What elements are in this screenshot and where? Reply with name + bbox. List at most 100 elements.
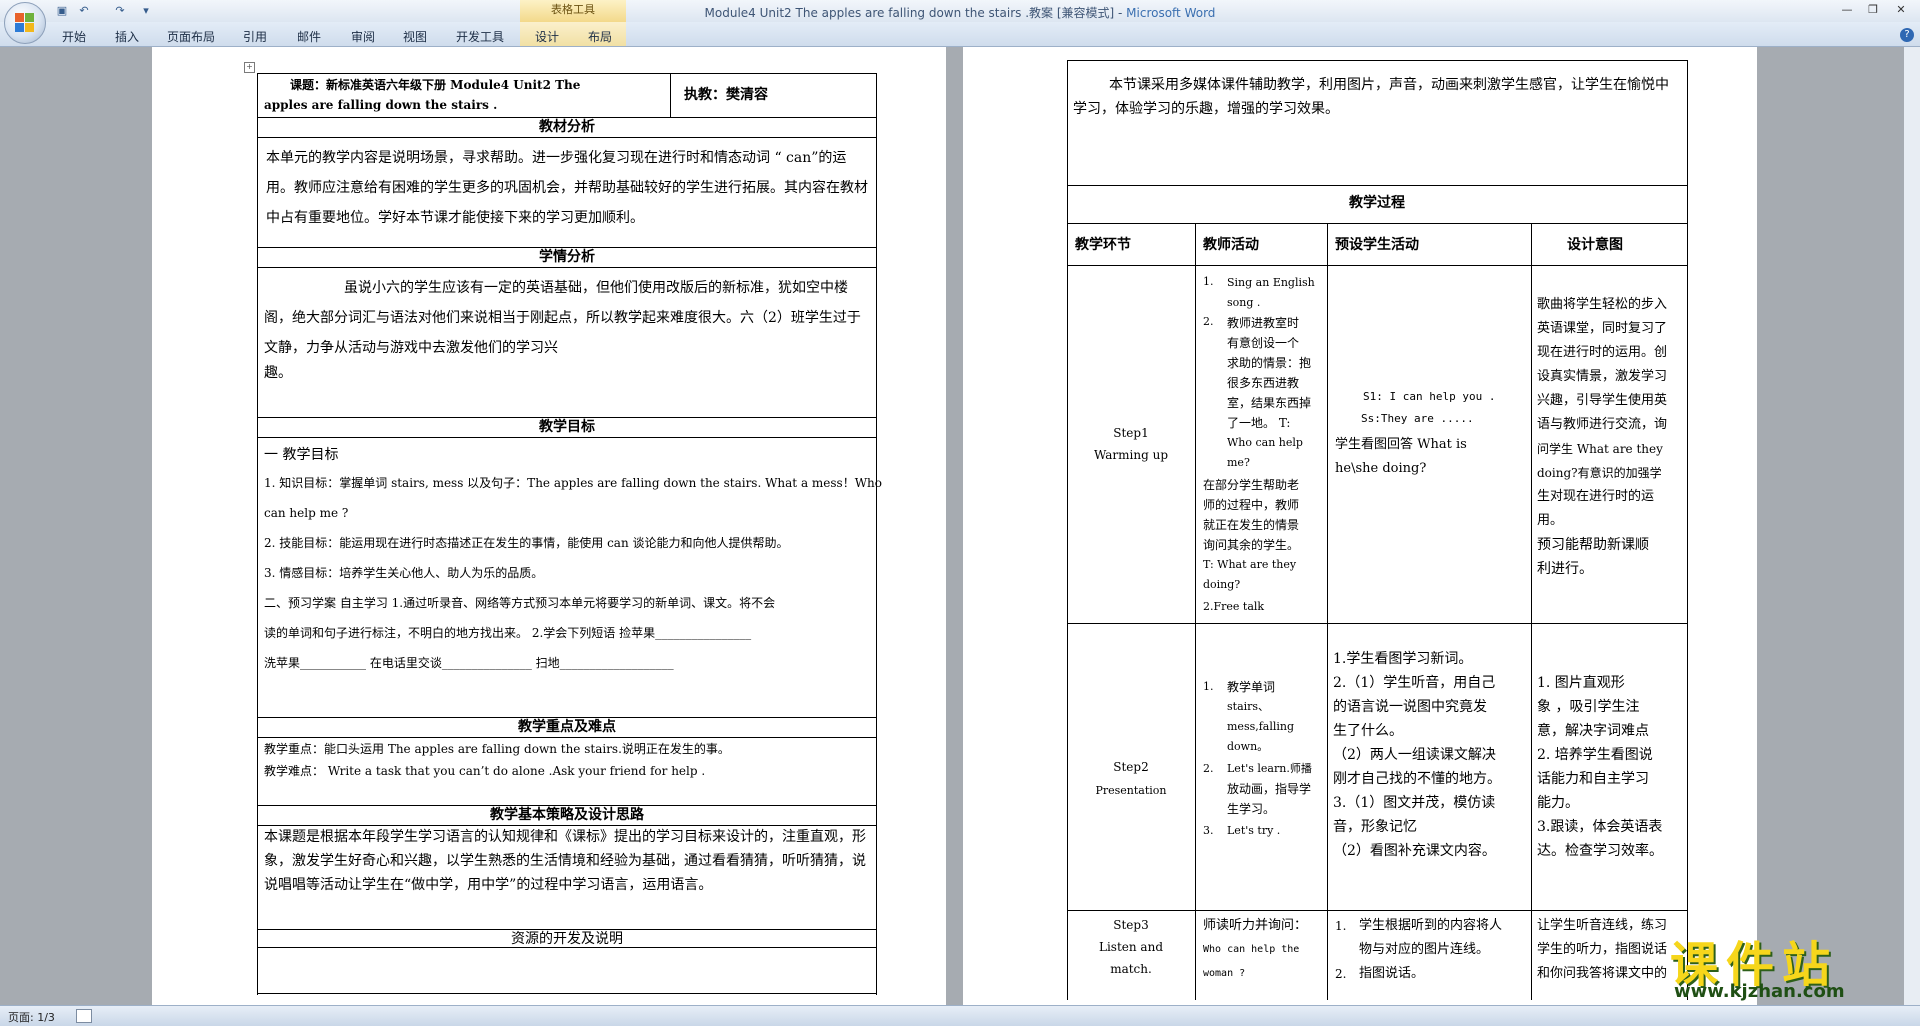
table-border: [1067, 623, 1687, 624]
table-border: [257, 993, 877, 994]
teacher-name: 执教：樊清容: [684, 87, 768, 103]
intro-text: 本节课采用多媒体课件辅助教学，利用图片，声音，动画来刺激学生感官，让学生在愉悦中…: [1073, 77, 1669, 117]
objectives-line: 一 教学目标: [264, 447, 339, 463]
restore-icon[interactable]: ❐: [1862, 2, 1884, 18]
step1-teacher-line: 在部分学生帮助老: [1203, 478, 1300, 492]
step1-intent-line: 用。: [1537, 513, 1564, 528]
document-area[interactable]: + 课题：新标准英语六年级下册 Module4 Unit2 The apples…: [0, 47, 1904, 1005]
step2-teacher-line: mess,falling: [1227, 720, 1295, 733]
table-border: [257, 73, 877, 74]
step2-intent-line: 2. 培养学生看图说: [1537, 747, 1653, 763]
step1-intent-line: 语与教师进行交流，询: [1537, 417, 1668, 432]
step2-intent-line: 3.跟读，体会英语表: [1537, 819, 1663, 835]
help-icon[interactable]: ?: [1900, 28, 1914, 42]
page-indicator[interactable]: 页面: 1/3: [8, 1009, 55, 1025]
col-header-student: 预设学生活动: [1335, 237, 1419, 253]
tab-home[interactable]: 开始: [62, 28, 86, 45]
step1-teacher-line: song .: [1227, 296, 1261, 309]
step1-student-line: 学生看图回答 What is: [1335, 437, 1467, 452]
step2-teacher-num: 3.: [1203, 824, 1214, 837]
tab-layout[interactable]: 布局: [588, 28, 612, 45]
step1-student-line: Ss:They are .....: [1361, 412, 1474, 425]
step1-name: Step1: [1113, 426, 1149, 440]
step2-student-line: 2.（1）学生听音，用自己: [1333, 675, 1496, 691]
close-icon[interactable]: ✕: [1890, 2, 1912, 18]
step2-intent-line: 象 ，吸引学生注: [1537, 699, 1640, 715]
step1-teacher-line: 就正在发生的情景: [1203, 518, 1300, 532]
watermark-url: www.kjzhan.com: [1674, 981, 1845, 1002]
step1-teacher-line: 教师进教室时: [1227, 316, 1300, 330]
tab-insert[interactable]: 插入: [115, 28, 139, 45]
tab-mailings[interactable]: 邮件: [297, 28, 321, 45]
step1-student-line: S1: I can help you .: [1363, 390, 1496, 403]
difficult-point-text: 教学难点： Write a task that you can’t do alo…: [264, 764, 706, 778]
table-border: [1687, 60, 1688, 1000]
tab-page-layout[interactable]: 页面布局: [167, 28, 215, 45]
col-header-step: 教学环节: [1075, 237, 1131, 253]
step1-teacher-line: 师的过程中，教师: [1203, 498, 1300, 512]
step2-intent-line: 达。检查学习效率。: [1537, 843, 1663, 859]
step2-intent-line: 意，解决字词难点: [1537, 723, 1649, 739]
step2-teacher-line: 教学单词: [1227, 680, 1276, 694]
step1-teacher-line: 了一地。 T:: [1227, 416, 1291, 430]
tab-view[interactable]: 视图: [403, 28, 427, 45]
lesson-title: 课题：新标准英语六年级下册 Module4 Unit2 The: [290, 78, 581, 92]
table-border: [1531, 223, 1532, 1000]
table-border: [1067, 185, 1687, 186]
title-bar: ▣ ↶ ↷ ▾ 表格工具 Module4 Unit2 The apples ar…: [0, 0, 1920, 44]
step3-sub: match.: [1110, 962, 1152, 976]
step3-intent-line: 让学生听音连线，练习: [1537, 918, 1668, 933]
table-border: [1067, 910, 1687, 911]
step1-intent-line: 歌曲将学生轻松的步入: [1537, 297, 1668, 312]
key-point-text: 教学重点：能口头运用 The apples are falling down t…: [264, 742, 730, 756]
step3-student-num: 2.: [1335, 967, 1347, 981]
tab-design[interactable]: 设计: [535, 28, 559, 45]
step2-student-line: （2）看图补充课文内容。: [1333, 843, 1496, 859]
step1-intent-line: 设真实情景，激发学习: [1537, 369, 1668, 384]
step3-name: Step3: [1113, 918, 1149, 932]
site-watermark: 课件站 www.kjzhan.com: [1670, 925, 1904, 1005]
step1-teacher-line: T: What are they: [1203, 558, 1297, 571]
process-title: 教学过程: [1349, 195, 1405, 211]
table-border: [1067, 223, 1687, 224]
step1-teacher-line: 求助的情景：抱: [1227, 356, 1312, 370]
step1-student-line: he\she doing?: [1335, 461, 1427, 476]
step1-teacher-line: me?: [1227, 456, 1250, 469]
student-analysis-text: 虽说小六的学生应该有一定的英语基础，但他们使用改版后的新标准，犹如空中楼阁，绝大…: [264, 280, 861, 356]
section-title-keypoints: 教学重点及难点: [518, 719, 616, 735]
step2-teacher-line: Let's try .: [1227, 824, 1281, 837]
step3-student-line: 学生根据听到的内容将人: [1359, 918, 1503, 933]
tab-developer[interactable]: 开发工具: [456, 28, 504, 45]
strategy-text: 本课题是根据本年段学生学习语言的认知规律和《课标》提出的学习目标来设计的，注重直…: [264, 829, 866, 893]
step3-student-line: 物与对应的图片连线。: [1359, 942, 1490, 957]
step1-intent-line: doing?有意识的加强学: [1537, 466, 1662, 480]
step2-sub: Presentation: [1095, 784, 1167, 797]
table-move-handle-icon[interactable]: +: [244, 62, 255, 73]
step2-teacher-line: 放动画，指导学: [1227, 782, 1312, 796]
objectives-line: 3. 情感目标：培养学生关心他人、助人为乐的品质。: [264, 566, 544, 580]
vertical-scrollbar[interactable]: [1904, 47, 1920, 1005]
objectives-line: 1. 知识目标：掌握单词 stairs, mess 以及句子：The apple…: [264, 476, 882, 490]
proofing-icon[interactable]: [76, 1009, 92, 1023]
step1-teacher-num: 2.: [1203, 315, 1214, 328]
table-border: [1195, 223, 1196, 1000]
step2-teacher-line: down。: [1227, 740, 1269, 753]
office-button[interactable]: [4, 2, 46, 44]
step3-intent-line: 和你问我答将课文中的: [1537, 966, 1668, 981]
objectives-line: can help me ?: [264, 506, 349, 520]
step1-intent-line: 预习能帮助新课顺: [1537, 537, 1649, 553]
table-border: [1067, 60, 1687, 61]
section-title-resources: 资源的开发及说明: [511, 931, 623, 947]
table-border: [257, 73, 258, 995]
tab-review[interactable]: 审阅: [351, 28, 375, 45]
step1-intent-line: 利进行。: [1537, 561, 1593, 577]
tab-references[interactable]: 引用: [243, 28, 267, 45]
step2-student-line: 生了什么。: [1333, 723, 1403, 739]
table-border: [1067, 265, 1687, 266]
step2-intent-line: 话能力和自主学习: [1537, 771, 1649, 787]
step3-intent-line: 学生的听力，指图说话: [1537, 942, 1668, 957]
step1-intent-line: 现在进行时的运用。创: [1537, 345, 1668, 360]
minimize-icon[interactable]: —: [1836, 2, 1858, 18]
student-analysis-tail: 趣。: [264, 365, 292, 381]
objectives-line: 洗苹果___________ 在电话里交谈_______________ 扫地_…: [264, 656, 674, 670]
